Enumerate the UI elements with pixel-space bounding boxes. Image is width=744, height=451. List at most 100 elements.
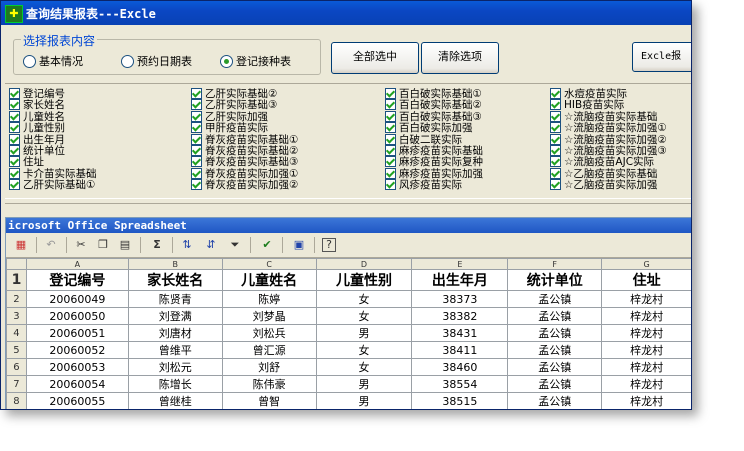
data-cell[interactable]: 梓龙村 (601, 392, 691, 409)
data-cell[interactable]: 男 (315, 392, 413, 409)
data-cell[interactable]: 孟公镇 (507, 341, 603, 359)
data-cell[interactable]: 男 (315, 324, 413, 342)
select-all-corner[interactable] (6, 258, 27, 270)
column-header[interactable]: D (315, 258, 413, 270)
excel-report-button[interactable]: Excle报 (632, 42, 691, 72)
data-cell[interactable]: 20060052 (25, 341, 129, 359)
data-cell[interactable]: 梓龙村 (602, 410, 692, 411)
data-cell[interactable]: 陈贤青 (127, 290, 223, 308)
radio-basic-info[interactable]: 基本情况 (23, 53, 83, 69)
row-header[interactable]: 5 (6, 341, 27, 359)
data-cell[interactable]: 梓龙村 (601, 324, 691, 342)
data-cell[interactable]: 刘松元 (127, 358, 223, 376)
data-cell[interactable]: 曾智 (221, 392, 317, 409)
data-cell[interactable]: 38373 (411, 290, 509, 308)
header-cell[interactable]: 出生年月 (411, 269, 509, 291)
help-icon[interactable]: ? (322, 238, 336, 252)
field-checkbox[interactable]: ☆乙脑疫苗实际加强 (550, 179, 657, 191)
data-cell[interactable]: 刘唐材 (127, 324, 223, 342)
data-cell[interactable]: 孟公镇 (507, 324, 603, 342)
data-cell[interactable]: 曾维平 (127, 341, 223, 359)
row-header[interactable]: 7 (6, 375, 27, 393)
data-cell[interactable]: 38515 (411, 392, 509, 409)
data-cell[interactable]: 20060054 (25, 375, 129, 393)
header-cell[interactable]: 儿童性别 (315, 269, 413, 291)
field-checkbox[interactable]: 风疹疫苗实际 (385, 179, 462, 191)
field-checkbox[interactable]: 脊灰疫苗实际加强② (191, 179, 298, 191)
data-cell[interactable]: 孟公镇 (507, 375, 603, 393)
column-header[interactable]: E (411, 258, 509, 270)
data-cell[interactable]: 孟公镇 (507, 307, 603, 325)
data-cell[interactable]: 20060055 (25, 392, 129, 409)
column-header[interactable]: A (25, 258, 129, 270)
splitter[interactable] (5, 198, 691, 204)
office-logo-icon[interactable]: ▦ (12, 237, 30, 253)
copy-icon[interactable]: ❐ (94, 237, 112, 253)
column-header[interactable]: C (221, 258, 317, 270)
data-cell[interactable]: 梓龙村 (601, 358, 691, 376)
row-header[interactable]: 4 (6, 324, 27, 342)
row-header[interactable]: 3 (6, 307, 27, 325)
autofilter-icon[interactable]: ⏷ (226, 237, 244, 253)
select-all-button[interactable]: 全部选中 (331, 42, 419, 74)
data-cell[interactable]: 20060053 (25, 358, 129, 376)
radio-appointment-date[interactable]: 预约日期表 (121, 53, 192, 69)
data-cell[interactable]: 梓龙村 (601, 290, 691, 308)
data-cell[interactable]: 陈杨德 (222, 410, 316, 411)
data-cell[interactable]: 孟公镇 (507, 392, 603, 409)
header-cell[interactable]: 儿童姓名 (221, 269, 317, 291)
data-cell[interactable]: 刘松兵 (221, 324, 317, 342)
row-header[interactable]: 8 (6, 392, 27, 409)
column-header[interactable]: B (127, 258, 223, 270)
row-header[interactable]: 9 (7, 410, 27, 411)
data-cell[interactable]: 孟公镇 (508, 410, 602, 411)
cut-icon[interactable]: ✂ (72, 237, 90, 253)
undo-icon[interactable]: ↶ (42, 237, 60, 253)
data-cell[interactable]: 20060051 (25, 324, 129, 342)
data-cell[interactable]: 38411 (411, 341, 509, 359)
header-cell[interactable]: 统计单位 (507, 269, 603, 291)
data-cell[interactable]: 孟公镇 (507, 358, 603, 376)
data-cell[interactable]: 刘舒 (221, 358, 317, 376)
column-header[interactable]: G (601, 258, 691, 270)
data-cell[interactable]: 38460 (411, 358, 509, 376)
sort-ascending-icon[interactable]: ⇅ (178, 237, 196, 253)
data-cell[interactable]: 20060050 (25, 307, 129, 325)
data-cell[interactable]: 梓龙村 (601, 341, 691, 359)
row-header[interactable]: 6 (6, 358, 27, 376)
header-cell[interactable]: 登记编号 (25, 269, 129, 291)
data-cell[interactable]: 20060057 (26, 410, 128, 411)
export-excel-icon[interactable]: ✔ (258, 237, 276, 253)
data-cell[interactable]: 陈保长 (128, 410, 222, 411)
data-cell[interactable]: 梓龙村 (601, 375, 691, 393)
column-header[interactable]: F (507, 258, 603, 270)
data-cell[interactable]: 陈伟豪 (221, 375, 317, 393)
data-cell[interactable]: 陈婷 (221, 290, 317, 308)
data-cell[interactable]: 刘梦晶 (221, 307, 317, 325)
data-cell[interactable]: 女 (315, 341, 413, 359)
row-header[interactable]: 1 (6, 269, 27, 291)
data-cell[interactable]: 曾汇源 (221, 341, 317, 359)
row-header[interactable]: 2 (6, 290, 27, 308)
field-checkbox[interactable]: 乙肝实际基础① (9, 179, 95, 191)
data-cell[interactable]: 男 (316, 410, 412, 411)
paste-icon[interactable]: ▤ (116, 237, 134, 253)
data-cell[interactable]: 孟公镇 (507, 290, 603, 308)
header-cell[interactable]: 住址 (601, 269, 691, 291)
data-cell[interactable]: 女 (315, 290, 413, 308)
data-cell[interactable]: 20060049 (25, 290, 129, 308)
data-cell[interactable]: 38431 (411, 324, 509, 342)
data-cell[interactable]: 男 (315, 375, 413, 393)
commands-options-icon[interactable]: ▣ (290, 237, 308, 253)
data-cell[interactable]: 38554 (411, 375, 509, 393)
data-cell[interactable]: 曾继桂 (127, 392, 223, 409)
header-cell[interactable]: 家长姓名 (127, 269, 223, 291)
data-cell[interactable]: 女 (315, 307, 413, 325)
data-cell[interactable]: 梓龙村 (601, 307, 691, 325)
autosum-icon[interactable]: Σ (148, 237, 166, 253)
data-cell[interactable]: 女 (315, 358, 413, 376)
data-cell[interactable]: 38382 (411, 307, 509, 325)
radio-vaccination-record[interactable]: 登记接种表 (220, 53, 291, 69)
data-cell[interactable]: 刘登满 (127, 307, 223, 325)
data-cell[interactable]: 陈增长 (127, 375, 223, 393)
